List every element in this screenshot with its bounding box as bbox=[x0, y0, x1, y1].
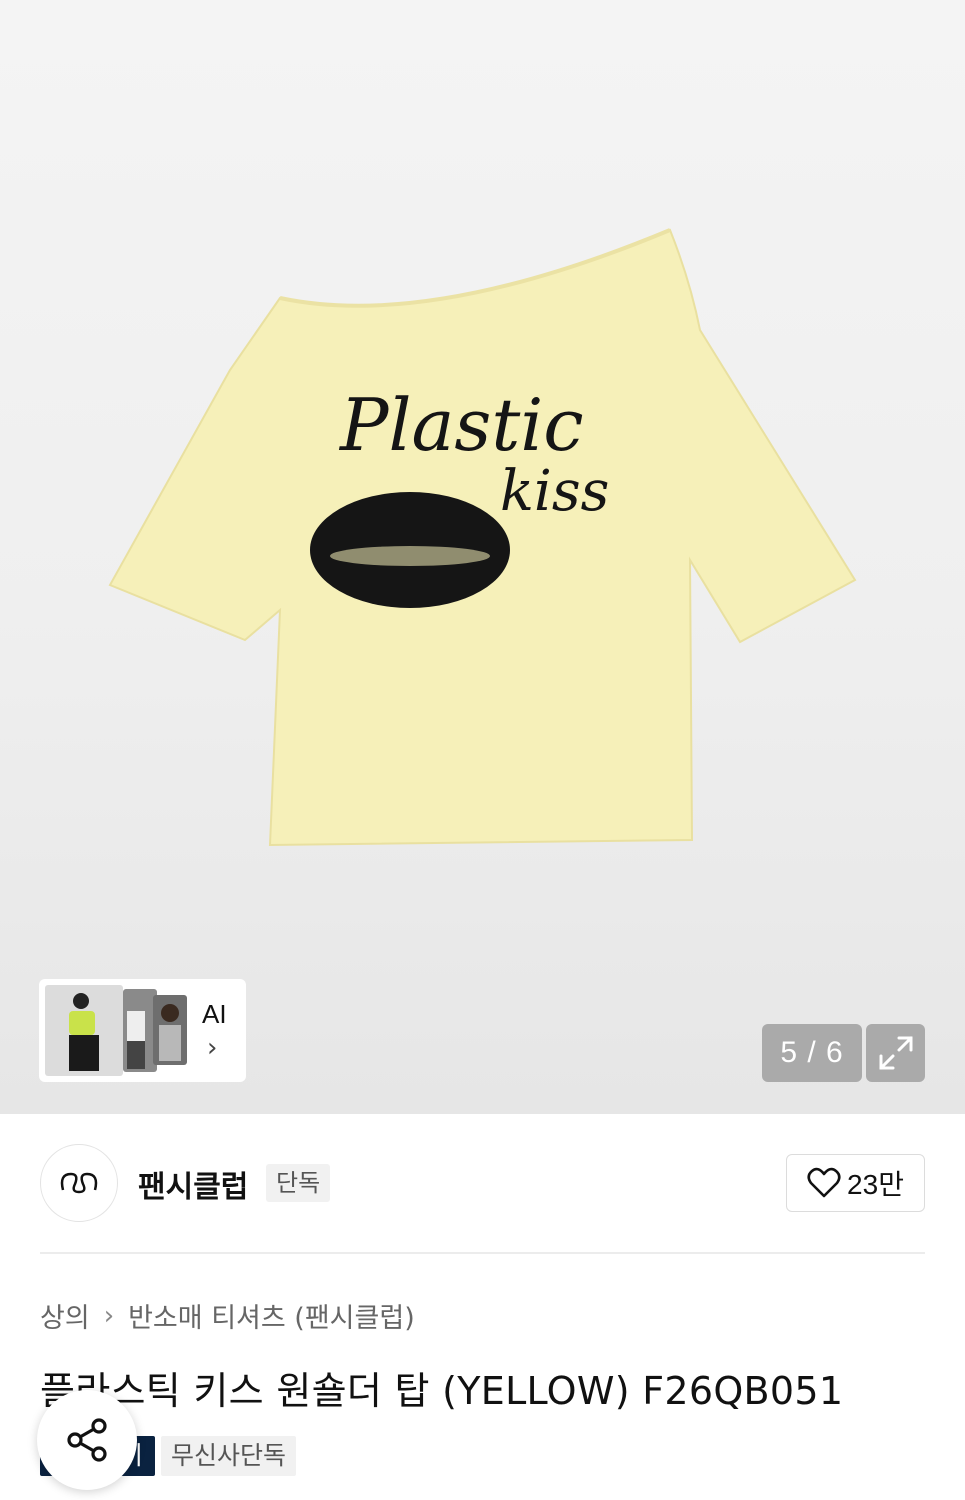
badge-musinsa-exclusive: 무신사단독 bbox=[161, 1436, 297, 1476]
shirt-print-plastic: Plastic bbox=[338, 383, 584, 467]
share-icon bbox=[67, 1418, 107, 1462]
expand-button[interactable] bbox=[866, 1024, 925, 1082]
brand-exclusive-tag: 단독 bbox=[266, 1164, 331, 1202]
heart-icon bbox=[807, 1167, 841, 1198]
brand-like-button[interactable]: 23만 bbox=[786, 1154, 925, 1212]
divider bbox=[40, 1252, 925, 1254]
chevron-right-icon: › bbox=[103, 1300, 115, 1331]
ai-label: AI bbox=[202, 999, 227, 1029]
breadcrumb-item-top[interactable]: 상의 bbox=[40, 1296, 90, 1335]
share-button[interactable] bbox=[37, 1390, 137, 1490]
ai-thumbnail-1 bbox=[45, 985, 123, 1076]
expand-icon bbox=[879, 1036, 912, 1070]
brand-name[interactable]: 팬시클럽 bbox=[138, 1162, 248, 1206]
brand-row: 팬시클럽 단독 23만 bbox=[0, 1114, 965, 1254]
product-image-gallery[interactable]: Plastic kiss AI › 5 / 6 bbox=[0, 0, 965, 1114]
ai-thumbnail-2 bbox=[123, 989, 157, 1072]
like-count: 23만 bbox=[847, 1169, 904, 1200]
breadcrumb-item-short-sleeve[interactable]: 반소매 티셔츠 (팬시클럽) bbox=[128, 1296, 415, 1335]
shirt-print-kiss: kiss bbox=[500, 459, 609, 524]
brand-logo-icon bbox=[60, 1172, 98, 1194]
ai-styling-button[interactable]: AI › bbox=[39, 979, 246, 1082]
image-counter: 5 / 6 bbox=[762, 1024, 862, 1082]
chevron-right-icon: › bbox=[207, 1033, 218, 1063]
product-title: 플라스틱 키스 원숄더 탑 (YELLOW) F26QB051 bbox=[40, 1369, 844, 1413]
breadcrumb: 상의 › 반소매 티셔츠 (팬시클럽) bbox=[40, 1296, 415, 1335]
product-image-shirt: Plastic kiss bbox=[108, 228, 857, 847]
brand-logo[interactable] bbox=[40, 1144, 118, 1222]
ai-thumbnail-3 bbox=[153, 995, 187, 1065]
